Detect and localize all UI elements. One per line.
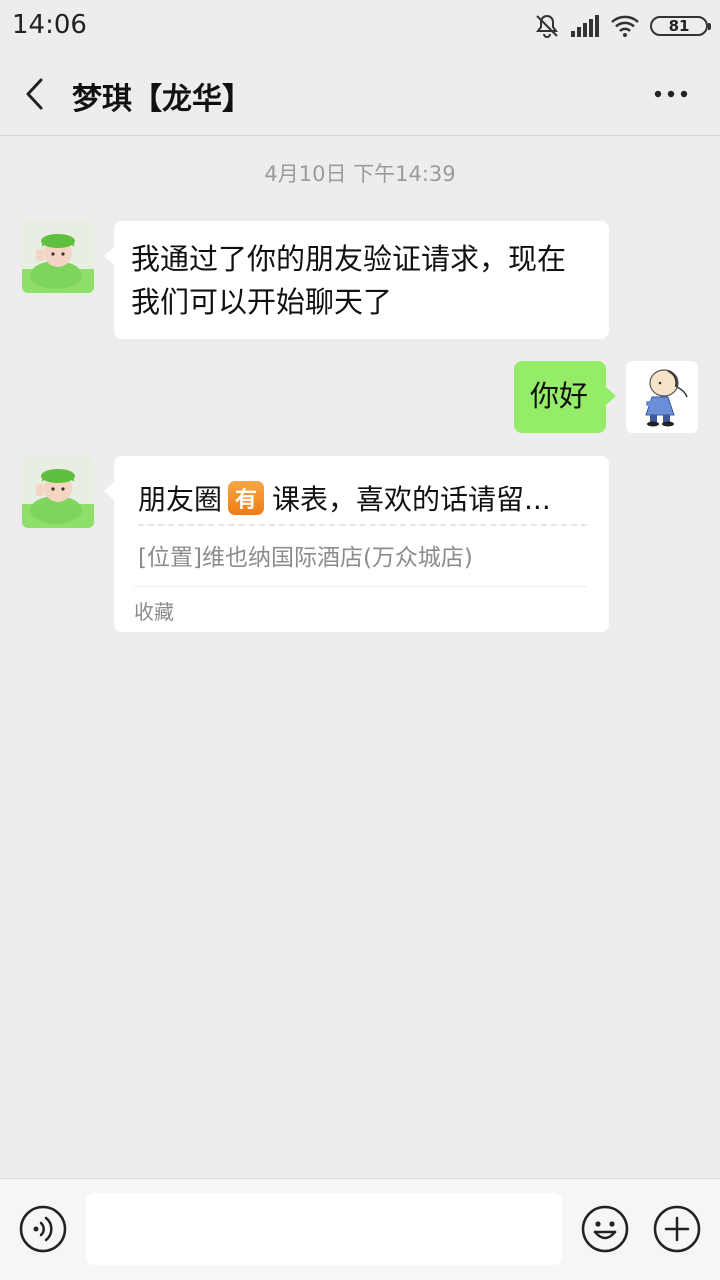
my-avatar[interactable] [626, 361, 698, 433]
contact-avatar[interactable] [22, 221, 94, 293]
badge-icon: 有 [228, 481, 265, 515]
message-timestamp: 4月10日 下午14:39 [264, 162, 456, 186]
shared-card-message[interactable]: 朋友圈 有 课表，喜欢的话请留... [位置]维也纳国际酒店(万众城店) 收藏 [104, 456, 609, 632]
signal-icon [571, 15, 599, 37]
message-bubble-received[interactable]: 我通过了你的朋友验证请求，现在 我们可以开始聊天了 [104, 221, 609, 339]
more-dots-icon [654, 90, 688, 98]
card-divider [138, 524, 587, 526]
contact-avatar[interactable] [22, 456, 94, 528]
card-title-suffix: 课表，喜欢的话请留... [272, 483, 551, 516]
emoji-button[interactable] [581, 1205, 629, 1253]
message-line: 我们可以开始聊天了 [131, 285, 393, 319]
battery-icon: 81 [650, 16, 711, 36]
message-line: 我通过了你的朋友验证请求，现在 [131, 242, 567, 276]
chevron-left-icon [26, 78, 43, 110]
message-text: 你好 [530, 379, 589, 413]
card-divider [134, 586, 587, 587]
wifi-icon [611, 15, 639, 37]
card-source: 收藏 [134, 600, 174, 624]
more-actions-button[interactable] [653, 1205, 701, 1253]
input-bar [0, 1178, 720, 1280]
card-title: 朋友圈 有 课表，喜欢的话请留... [138, 478, 588, 518]
chat-header: 梦琪【龙华】 [0, 52, 720, 136]
battery-level: 81 [668, 17, 690, 35]
emoji-icon [581, 1205, 629, 1253]
message-input[interactable] [86, 1193, 562, 1265]
avatar-image [22, 456, 94, 528]
mute-icon [536, 14, 558, 38]
plus-icon [653, 1205, 701, 1253]
more-button[interactable] [646, 76, 696, 112]
message-bubble-sent[interactable]: 你好 [514, 361, 616, 433]
status-time: 14:06 [12, 10, 87, 40]
chat-title: 梦琪【龙华】 [72, 82, 252, 117]
message-text: 我通过了你的朋友验证请求，现在 我们可以开始聊天了 [131, 238, 609, 324]
status-icons: 81 [534, 12, 711, 40]
card-location: [位置]维也纳国际酒店(万众城店) [138, 545, 473, 571]
status-bar: 14:06 81 [0, 0, 720, 52]
avatar-image [626, 361, 698, 433]
back-button[interactable] [14, 70, 54, 118]
card-title-prefix: 朋友圈 [138, 483, 223, 516]
voice-icon [19, 1205, 67, 1253]
voice-button[interactable] [19, 1205, 67, 1253]
avatar-image [22, 221, 94, 293]
